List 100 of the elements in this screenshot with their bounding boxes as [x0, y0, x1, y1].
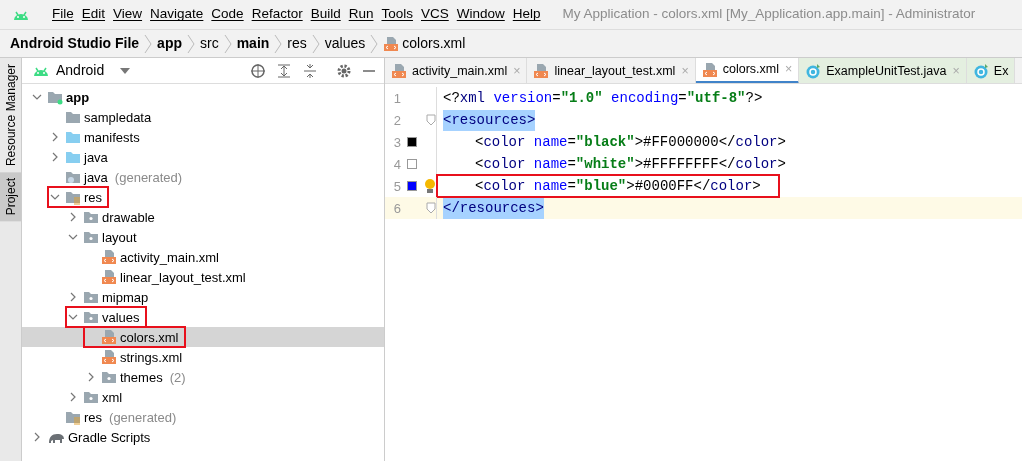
dropdown-caret-icon[interactable] [120, 67, 131, 74]
code-line: <color name="white">#FFFFFFFF</color> [474, 154, 786, 174]
color-swatch[interactable] [407, 159, 417, 170]
tree-item-label[interactable]: res [84, 407, 103, 427]
xml-file-icon [101, 269, 117, 286]
menu-item[interactable]: Refactor [247, 4, 307, 25]
expand-all-icon[interactable] [276, 62, 292, 79]
tree-item-label[interactable]: activity_main.xml [120, 247, 219, 267]
color-swatch[interactable] [407, 137, 417, 148]
tree-row[interactable]: drawable [22, 207, 384, 228]
menu-item[interactable]: VCS [417, 4, 453, 25]
breadcrumb-item[interactable]: Android Studio File [10, 33, 140, 54]
fold-icon[interactable] [426, 202, 436, 215]
tree-item-label[interactable]: java [84, 147, 108, 167]
item-note: (generated) [114, 168, 183, 187]
item-note: (generated) [109, 408, 177, 427]
tree-item-label[interactable]: values [102, 307, 140, 327]
tree-row[interactable]: mipmap [22, 287, 384, 308]
menu-item[interactable]: View [109, 4, 147, 25]
breadcrumb-item[interactable]: res [287, 33, 307, 54]
line-number: 6 [392, 199, 402, 218]
editor-tab[interactable]: ExampleUnitTest.java × [799, 58, 967, 83]
fold-icon[interactable] [426, 114, 436, 127]
view-selector[interactable]: Android [56, 60, 105, 81]
folder-icon [65, 149, 81, 166]
tree-row[interactable]: values [22, 307, 384, 328]
tool-window-tab[interactable]: Project [0, 172, 21, 222]
tool-window-tab[interactable]: Resource Manager [0, 58, 21, 173]
tree-row[interactable]: res (generated) [22, 407, 384, 428]
editor-tab[interactable]: colors.xml × [695, 58, 800, 83]
menu-item[interactable]: Code [207, 4, 248, 25]
color-swatch[interactable] [407, 181, 417, 192]
tree-item-label[interactable]: res [84, 187, 103, 207]
breadcrumb-item[interactable]: main [236, 33, 270, 54]
module-folder-icon [47, 89, 63, 106]
menu-item[interactable]: Build [306, 4, 345, 25]
class-icon [805, 63, 822, 79]
tree-item-label[interactable]: colors.xml [120, 327, 179, 347]
xml-file-icon [383, 35, 400, 52]
xml-file-icon [101, 329, 117, 346]
tree-item-label[interactable]: manifests [84, 127, 140, 147]
tree-row[interactable]: app [22, 87, 384, 108]
tree-item-label[interactable]: sampledata [84, 107, 152, 127]
editor-tab[interactable]: linear_layout_test.xml × [527, 58, 696, 83]
tree-row[interactable]: activity_main.xml [22, 247, 384, 268]
chevron-icon [370, 33, 379, 54]
tree-row[interactable]: themes (2) [22, 367, 384, 388]
folder-icon [83, 309, 99, 326]
menu-item[interactable]: File [48, 4, 78, 25]
breadcrumb-item[interactable]: src [200, 33, 219, 54]
breadcrumb-item[interactable]: app [157, 33, 182, 54]
tree-item-label[interactable]: linear_layout_test.xml [120, 267, 246, 287]
xml-file-icon [101, 249, 117, 266]
tree-row[interactable]: java (generated) [22, 167, 384, 188]
editor-tab[interactable]: activity_main.xml × [385, 58, 528, 83]
tree-item-label[interactable]: xml [102, 387, 123, 407]
code-line: <color name="black">#FF000000</color> [474, 132, 786, 152]
tree-row[interactable]: layout [22, 227, 384, 248]
breadcrumb-item[interactable]: colors.xml [402, 33, 466, 54]
folder-icon [83, 389, 99, 406]
tree-row[interactable]: res [22, 187, 384, 208]
folder-icon [83, 289, 99, 306]
item-note: (2) [169, 368, 186, 387]
tree-item-label[interactable]: mipmap [102, 287, 149, 307]
xml-file-icon [391, 63, 407, 79]
tree-row[interactable]: colors.xml [22, 327, 384, 348]
locate-icon[interactable] [250, 62, 266, 79]
menu-item[interactable]: Tools [377, 4, 417, 25]
folder-icon [101, 369, 117, 386]
tree-item-label[interactable]: layout [102, 227, 137, 247]
tree-row[interactable]: manifests [22, 127, 384, 148]
chevron-icon [144, 33, 153, 54]
resource-folder-icon [65, 409, 81, 426]
tree-row[interactable]: xml [22, 387, 384, 408]
collapse-all-icon[interactable] [302, 62, 318, 79]
lightbulb-icon[interactable] [424, 178, 436, 195]
tree-item-label[interactable]: app [66, 87, 90, 107]
menu-item[interactable]: Window [452, 4, 509, 25]
editor-tab[interactable]: Ex [966, 58, 1016, 83]
xml-file-icon [101, 349, 117, 366]
tree-row[interactable]: java [22, 147, 384, 168]
line-number: 2 [392, 111, 402, 130]
menu-item[interactable]: Help [508, 4, 545, 25]
chevron-icon [187, 33, 195, 54]
menu-item[interactable]: Edit [77, 4, 110, 25]
settings-icon[interactable] [336, 62, 352, 79]
folder-icon [83, 209, 99, 226]
folder-icon [65, 129, 81, 146]
menu-item[interactable]: Run [344, 4, 378, 25]
tree-row[interactable]: linear_layout_test.xml [22, 267, 384, 288]
tree-item-label[interactable]: strings.xml [120, 347, 183, 367]
menu-item[interactable]: Navigate [146, 4, 208, 25]
tree-item-label[interactable]: drawable [102, 207, 155, 227]
tree-row[interactable]: strings.xml [22, 347, 384, 368]
tree-row[interactable]: sampledata [22, 107, 384, 128]
tree-item-label[interactable]: Gradle Scripts [68, 427, 151, 447]
breadcrumb-item[interactable]: values [324, 33, 366, 54]
tree-item-label[interactable]: java [84, 167, 108, 187]
tree-item-label[interactable]: themes [120, 367, 163, 387]
tree-row[interactable]: Gradle Scripts [22, 427, 384, 448]
